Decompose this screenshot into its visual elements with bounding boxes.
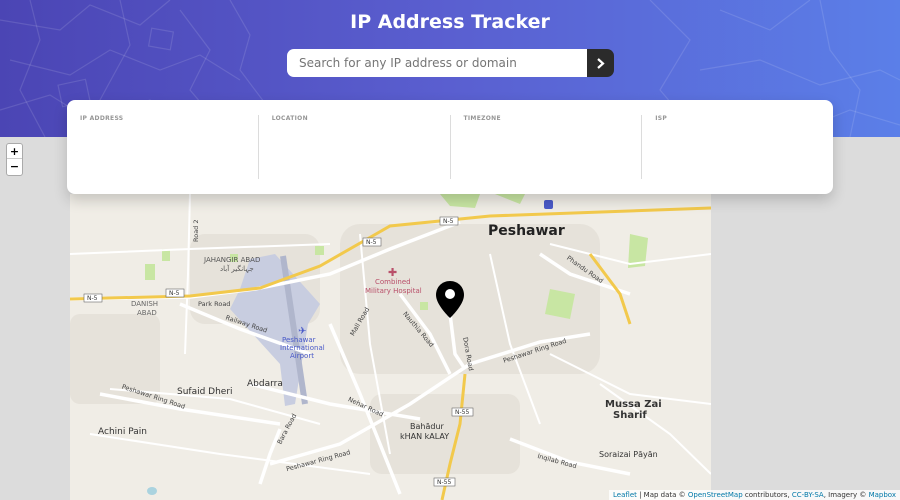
label-achini-pain: Achini Pain	[98, 427, 147, 437]
shield-n55-b: N-55	[437, 479, 451, 486]
label-airport-2: International	[280, 344, 325, 352]
label-soraizai: Soraizai Pāyān	[599, 450, 658, 459]
bus-stop-icon	[544, 200, 553, 209]
shield-n5-c: N-5	[169, 290, 180, 297]
label-bahadur-1: Bahādur	[410, 422, 445, 431]
label-bahadur-2: kHAN kALAY	[400, 432, 449, 441]
zoom-in-button[interactable]: +	[7, 144, 22, 159]
zoom-control: + −	[6, 143, 23, 176]
label-cmh-1: Combined	[375, 278, 411, 286]
water-bodies	[147, 487, 157, 495]
label-abdarra: Abdarra	[247, 379, 283, 389]
search-input[interactable]	[287, 49, 587, 77]
search-submit-button[interactable]	[587, 49, 614, 77]
shield-n5-a: N-5	[443, 218, 454, 225]
label-sufaid-dheri: Sufaid Dheri	[177, 387, 233, 397]
mapbox-link[interactable]: Mapbox	[869, 491, 896, 499]
attribution-text-3: , Imagery ©	[823, 491, 869, 499]
search-bar	[287, 49, 614, 77]
ip-info-card: IP ADDRESS LOCATION TIMEZONE ISP	[67, 100, 833, 194]
label-road-2: Road 2	[192, 219, 200, 242]
shield-n5-d: N-5	[87, 295, 98, 302]
openstreetmap-link[interactable]: OpenStreetMap	[688, 491, 743, 499]
label-jahangir-abad-urdu: جہانگیر آباد	[220, 264, 254, 273]
attribution-text-1: | Map data ©	[636, 491, 688, 499]
label-airport-3: Airport	[290, 352, 314, 360]
cc-by-sa-link[interactable]: CC-BY-SA	[792, 491, 824, 499]
ip-address-label: IP ADDRESS	[80, 115, 124, 122]
ip-address-section: IP ADDRESS	[67, 115, 259, 179]
label-cmh-2: Military Hospital	[365, 287, 422, 295]
location-label: LOCATION	[271, 115, 308, 122]
isp-section: ISP	[642, 115, 833, 179]
isp-label: ISP	[655, 115, 668, 122]
label-airport-1: Peshawar	[282, 336, 316, 344]
map-attribution: Leaflet | Map data © OpenStreetMap contr…	[609, 490, 900, 500]
label-danish-2: ABAD	[137, 309, 157, 317]
label-mussa-zai-1: Mussa Zai	[605, 399, 662, 410]
label-mussa-zai-2: Sharif	[613, 410, 647, 421]
shield-n5-b: N-5	[366, 239, 377, 246]
chevron-right-icon	[597, 57, 605, 69]
label-peshawar: Peshawar	[488, 223, 565, 239]
location-section: LOCATION	[259, 115, 451, 179]
label-jahangir-abad: JAHANGIR ABAD	[203, 256, 260, 264]
leaflet-link[interactable]: Leaflet	[613, 491, 637, 499]
label-danish-1: DANISH	[131, 300, 158, 308]
page-title: IP Address Tracker	[350, 11, 550, 33]
timezone-label: TIMEZONE	[463, 115, 501, 122]
label-park-road: Park Road	[198, 300, 230, 308]
map-tiles[interactable]: ✚ ✈ N-5 N-5 N-5 N-5 N-55 N-55 Peshawar J…	[70, 194, 711, 500]
timezone-section: TIMEZONE	[451, 115, 643, 179]
attribution-text-2: contributors,	[742, 491, 792, 499]
shield-n55-a: N-55	[455, 409, 469, 416]
zoom-out-button[interactable]: −	[7, 159, 22, 174]
